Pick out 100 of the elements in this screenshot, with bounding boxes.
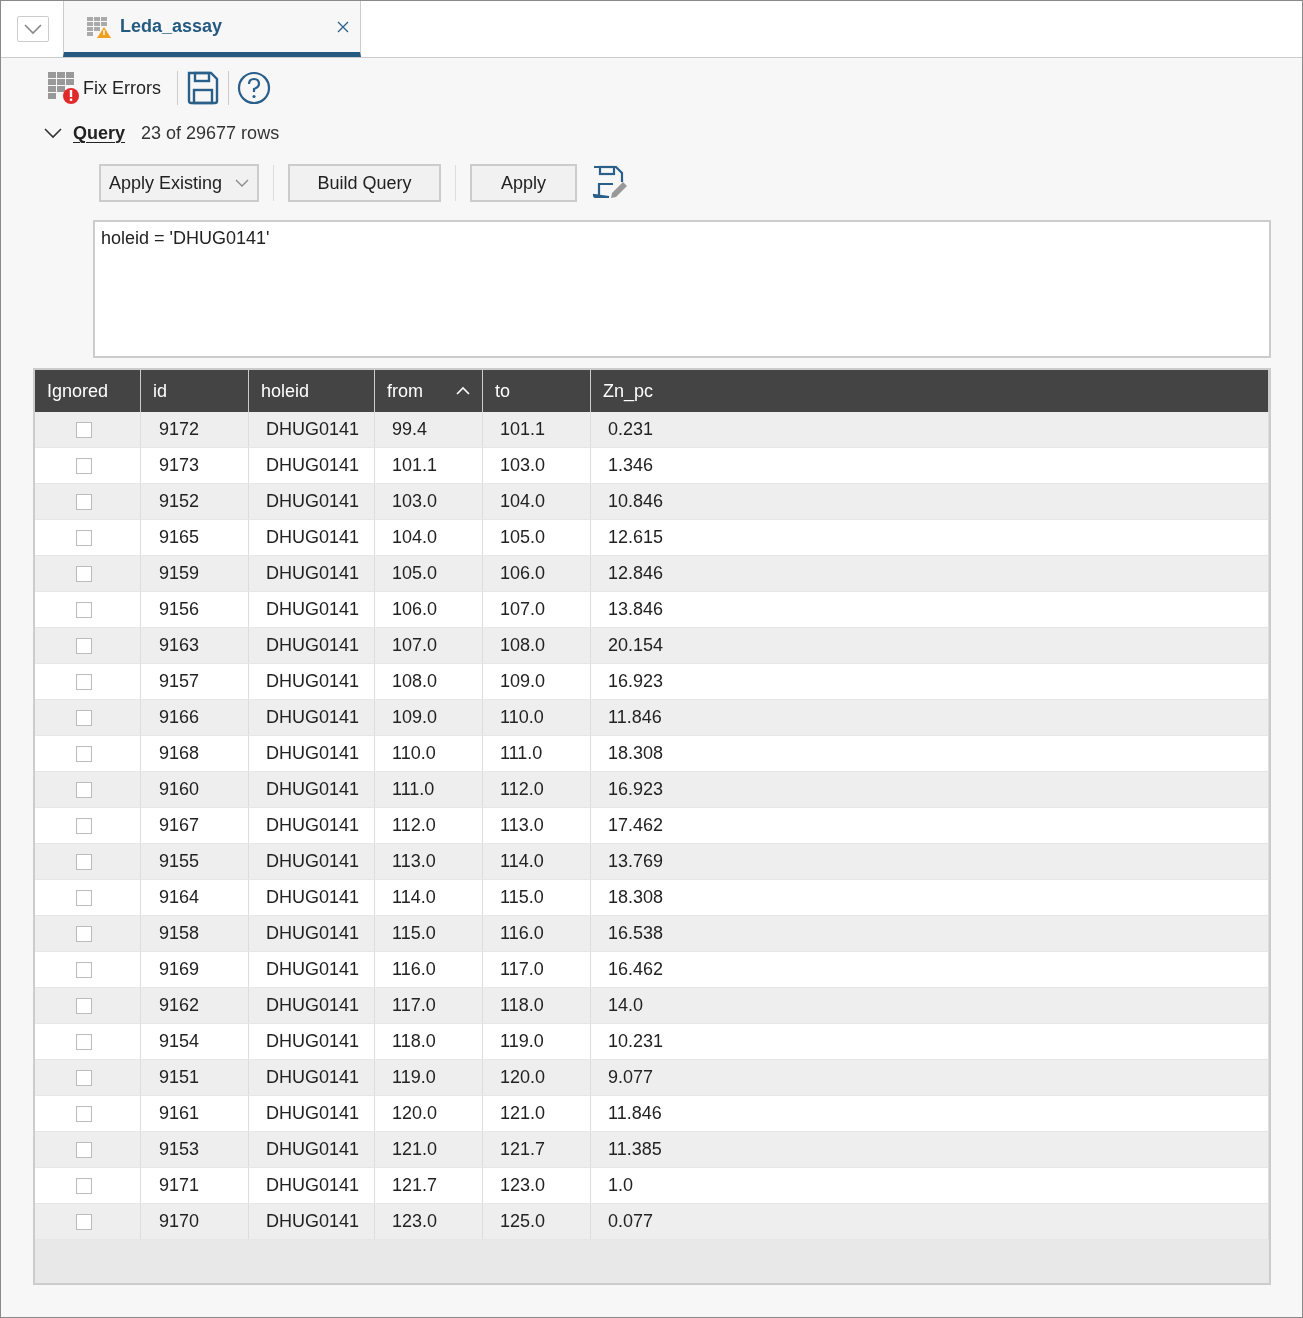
ignored-checkbox[interactable]: [75, 1213, 92, 1230]
table-cell: 107.0: [500, 599, 546, 620]
table-cell: 104.0: [392, 527, 438, 548]
table-cell: 9154: [159, 1031, 200, 1052]
ignored-checkbox[interactable]: [75, 1105, 92, 1122]
table-cell: DHUG0141: [266, 455, 360, 476]
ignored-checkbox[interactable]: [75, 817, 92, 834]
table-cell: 121.0: [392, 1139, 438, 1160]
table-cell: 9163: [159, 635, 200, 656]
ignored-checkbox[interactable]: [75, 529, 92, 546]
table-cell: 11.846: [608, 1103, 662, 1124]
table-cell: 111.0: [500, 743, 543, 764]
table-cell: 9.077: [608, 1067, 654, 1088]
table-cell: 99.4: [392, 419, 428, 440]
table-cell: DHUG0141: [266, 527, 360, 548]
table-cell: 119.0: [392, 1067, 436, 1088]
table-cell: 120.0: [500, 1067, 546, 1088]
apply-button[interactable]: Apply: [470, 164, 577, 202]
fix-errors-button[interactable]: Fix Errors: [47, 71, 161, 105]
table-cell: 10.846: [608, 491, 664, 512]
ignored-checkbox[interactable]: [75, 421, 92, 438]
ignored-checkbox[interactable]: [75, 565, 92, 582]
apply-existing-dropdown[interactable]: Apply Existing: [99, 164, 259, 202]
table-cell: 20.154: [608, 635, 664, 656]
table-cell: 118.0: [392, 1031, 436, 1052]
ignored-checkbox[interactable]: [75, 493, 92, 510]
table-cell: DHUG0141: [266, 815, 360, 836]
table-cell: 115.0: [392, 923, 436, 944]
ignored-checkbox[interactable]: [75, 997, 92, 1014]
ignored-checkbox[interactable]: [75, 889, 92, 906]
table-cell: 121.7: [392, 1175, 438, 1196]
table-cell: 9155: [159, 851, 200, 872]
table-cell: DHUG0141: [266, 1139, 360, 1160]
table-cell: 104.0: [500, 491, 546, 512]
ignored-checkbox[interactable]: [75, 1069, 92, 1086]
table-cell: 9159: [159, 563, 200, 584]
document-tab[interactable]: Leda_assay: [63, 1, 361, 57]
table-cell: 113.0: [392, 851, 436, 872]
help-icon[interactable]: [237, 71, 271, 105]
table-cell: DHUG0141: [266, 419, 360, 440]
table-cell: DHUG0141: [266, 887, 360, 908]
table-cell: 9158: [159, 923, 200, 944]
table-cell: DHUG0141: [266, 671, 360, 692]
table-cell: 9152: [159, 491, 200, 512]
table-cell: DHUG0141: [266, 995, 360, 1016]
table-cell: 13.769: [608, 851, 664, 872]
table-cell: 112.0: [392, 815, 436, 836]
ignored-checkbox[interactable]: [75, 781, 92, 798]
table-cell: DHUG0141: [266, 851, 360, 872]
tab-menu-button[interactable]: [17, 16, 49, 42]
table-cell: 110.0: [392, 743, 436, 764]
table-cell: DHUG0141: [266, 1175, 360, 1196]
table-cell: 11.385: [608, 1139, 662, 1160]
table-cell: 9173: [159, 455, 200, 476]
build-query-button[interactable]: Build Query: [288, 164, 441, 202]
ignored-checkbox[interactable]: [75, 1177, 92, 1194]
ignored-checkbox[interactable]: [75, 637, 92, 654]
table-cell: 9160: [159, 779, 200, 800]
table-cell: 115.0: [500, 887, 544, 908]
close-icon[interactable]: [336, 19, 350, 34]
ignored-checkbox[interactable]: [75, 673, 92, 690]
query-label[interactable]: Query: [73, 122, 126, 144]
ignored-checkbox[interactable]: [75, 853, 92, 870]
table-cell: 118.0: [500, 995, 544, 1016]
table-cell: 106.0: [500, 563, 546, 584]
table-cell: 12.615: [608, 527, 664, 548]
table-cell: DHUG0141: [266, 1103, 360, 1124]
table-cell: DHUG0141: [266, 491, 360, 512]
collapse-icon[interactable]: [43, 126, 63, 140]
table-cell: 1.346: [608, 455, 654, 476]
table-cell: 101.1: [500, 419, 546, 440]
table-cell: 9170: [159, 1211, 200, 1232]
table-cell: 0.077: [608, 1211, 654, 1232]
ignored-checkbox[interactable]: [75, 709, 92, 726]
ignored-checkbox[interactable]: [75, 925, 92, 942]
table-cell: 9169: [159, 959, 200, 980]
caret-icon: [235, 178, 249, 188]
ignored-checkbox[interactable]: [75, 961, 92, 978]
table-cell: 117.0: [392, 995, 436, 1016]
table-cell: 11.846: [608, 707, 662, 728]
table-cell: 111.0: [392, 779, 435, 800]
table-cell: 105.0: [392, 563, 438, 584]
query-text-field[interactable]: holeid = 'DHUG0141': [93, 220, 1271, 358]
table-cell: DHUG0141: [266, 959, 360, 980]
ignored-checkbox[interactable]: [75, 1141, 92, 1158]
table-cell: DHUG0141: [266, 779, 360, 800]
table-cell: 12.846: [608, 563, 664, 584]
table-cell: 9165: [159, 527, 200, 548]
table-warning-icon: [86, 14, 112, 39]
ignored-checkbox[interactable]: [75, 1033, 92, 1050]
table-cell: 17.462: [608, 815, 664, 836]
table-cell: 123.0: [500, 1175, 546, 1196]
save-icon[interactable]: [186, 70, 220, 106]
table-cell: 107.0: [392, 635, 438, 656]
table-cell: 101.1: [392, 455, 438, 476]
ignored-checkbox[interactable]: [75, 601, 92, 618]
ignored-checkbox[interactable]: [75, 745, 92, 762]
ignored-checkbox[interactable]: [75, 457, 92, 474]
table-cell: 9167: [159, 815, 200, 836]
table-cell: 18.308: [608, 743, 664, 764]
